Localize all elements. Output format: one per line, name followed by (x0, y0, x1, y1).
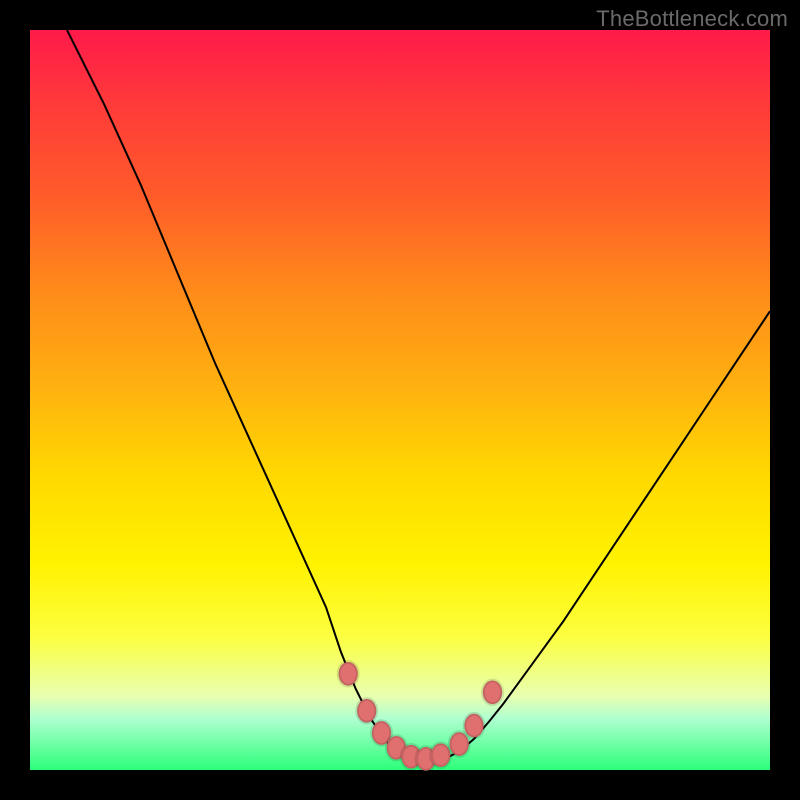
marker-group (339, 662, 503, 771)
marker-point (431, 743, 450, 767)
right-branch-curve (430, 311, 770, 761)
left-branch-curve (67, 30, 430, 761)
marker-point (464, 714, 483, 738)
marker-point (339, 662, 358, 686)
watermark-text: TheBottleneck.com (596, 6, 788, 32)
marker-point (483, 680, 502, 704)
plot-svg (30, 30, 770, 770)
marker-point (357, 699, 376, 723)
marker-point (450, 732, 469, 756)
plot-area (30, 30, 770, 770)
